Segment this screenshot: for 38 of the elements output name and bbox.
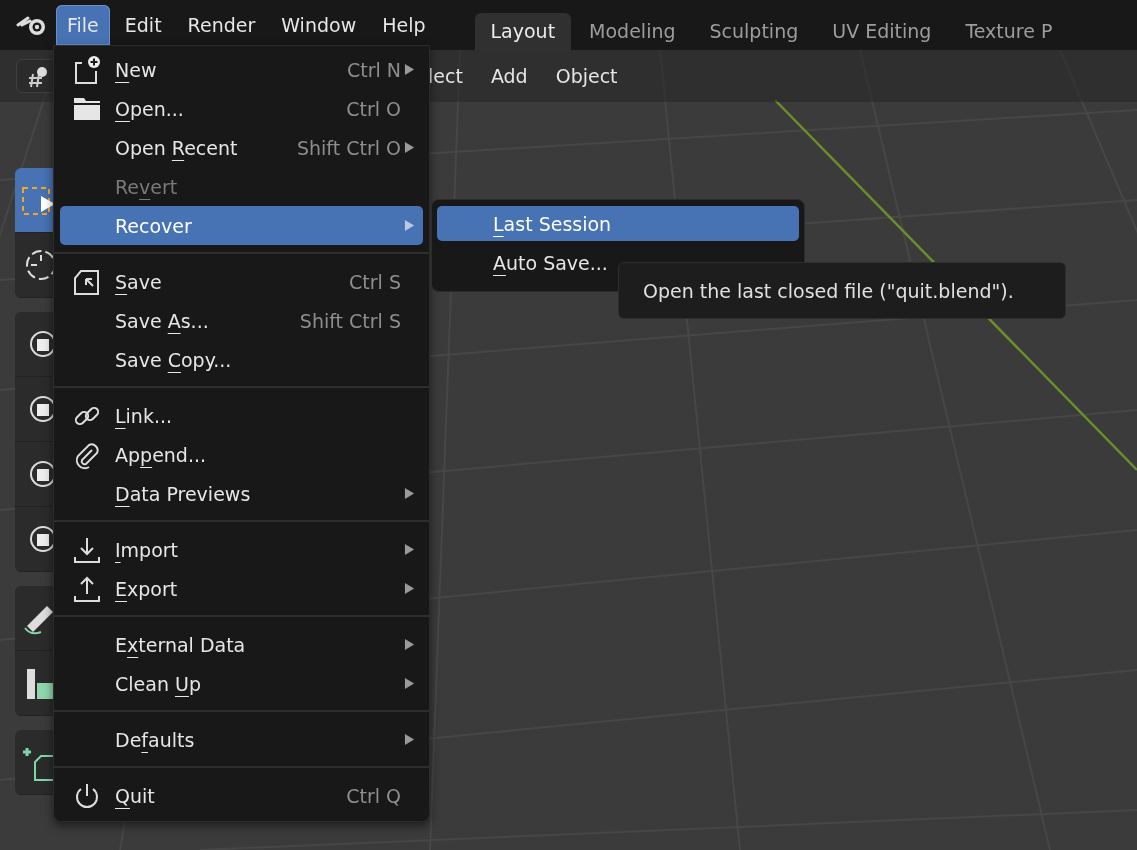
menu-item[interactable]: Export bbox=[60, 569, 423, 608]
menu-item[interactable]: Open... Ctrl O bbox=[60, 89, 423, 128]
workspace-tab[interactable]: UV Editing bbox=[816, 13, 948, 50]
menu-bar-item[interactable]: Window bbox=[270, 5, 368, 45]
menu-item[interactable]: External Data bbox=[60, 625, 423, 664]
menu-item[interactable]: Clean Up bbox=[60, 664, 423, 703]
shortcut-text: Ctrl O bbox=[346, 97, 401, 120]
menu-item[interactable]: Data Previews bbox=[60, 474, 423, 513]
viewport-menu[interactable]: Add bbox=[478, 61, 540, 91]
menu-item[interactable]: Open Recent Shift Ctrl O bbox=[60, 128, 423, 167]
menu-item[interactable]: Save As... Shift Ctrl S bbox=[60, 301, 423, 340]
menu-bar-item[interactable]: Help bbox=[371, 5, 437, 45]
menu-item[interactable]: Last Session bbox=[437, 206, 799, 241]
menu-item[interactable]: Save Ctrl S bbox=[60, 262, 423, 301]
shortcut-text: Shift Ctrl O bbox=[296, 136, 401, 159]
workspace-tab[interactable]: Sculpting bbox=[693, 13, 815, 50]
menu-item[interactable]: Import bbox=[60, 530, 423, 569]
workspace-tab[interactable]: Texture P bbox=[949, 13, 1069, 50]
workspace-tab[interactable]: Modeling bbox=[573, 13, 692, 50]
menu-item[interactable]: Save Copy... bbox=[60, 340, 423, 379]
shortcut-text: Ctrl Q bbox=[346, 784, 401, 807]
menu-item[interactable]: Defaults bbox=[60, 720, 423, 759]
menu-item[interactable]: Recover bbox=[60, 206, 423, 245]
menu-item[interactable]: Link... bbox=[60, 396, 423, 435]
new-file-icon bbox=[72, 54, 102, 85]
menu-item[interactable]: Append... bbox=[60, 435, 423, 474]
workspace-tab[interactable]: Layout bbox=[474, 13, 572, 50]
shortcut-text: Ctrl S bbox=[349, 270, 401, 293]
shortcut-text: Shift Ctrl S bbox=[299, 309, 401, 332]
tooltip: Open the last closed file ("quit.blend"). bbox=[618, 262, 1066, 319]
menu-bar-item[interactable]: Render bbox=[176, 5, 267, 45]
viewport-icon bbox=[26, 64, 50, 88]
viewport-menu[interactable]: Object bbox=[543, 61, 630, 91]
shortcut-text: Ctrl N bbox=[346, 58, 401, 81]
menu-bar-item[interactable]: File bbox=[56, 5, 110, 45]
menu-item[interactable]: New Ctrl N bbox=[60, 50, 423, 89]
menu-bar-item[interactable]: Edit bbox=[113, 5, 173, 45]
menu-item[interactable]: Quit Ctrl Q bbox=[60, 776, 423, 815]
